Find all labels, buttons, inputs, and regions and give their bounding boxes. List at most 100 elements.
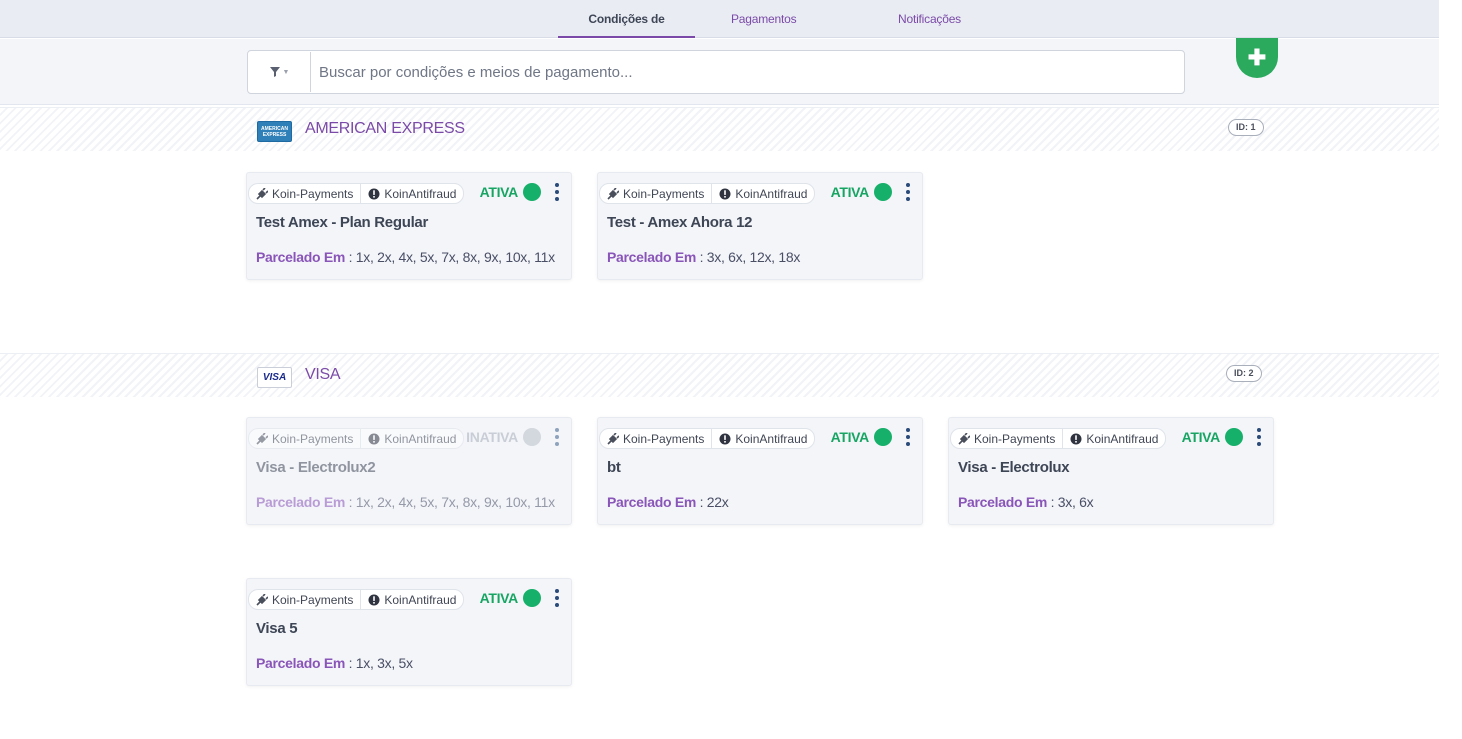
antifraud-chip: KoinAntifraud: [360, 184, 463, 203]
info-circle-icon: [368, 188, 380, 199]
vertical-dots-icon: [555, 183, 559, 187]
card-menu-button[interactable]: [553, 589, 561, 607]
group-id-badge: ID: 2: [1226, 365, 1262, 382]
tab-notifications[interactable]: Notificações: [898, 0, 963, 38]
vertical-dots-icon: [555, 428, 559, 432]
condition-card[interactable]: Koin-Payments KoinAntifraud INATIVA Visa - …: [246, 417, 572, 525]
card-title: bt: [607, 459, 621, 476]
status-toggle[interactable]: ATIVA: [480, 183, 541, 201]
status-toggle[interactable]: ATIVA: [831, 428, 892, 446]
info-circle-icon: [1070, 433, 1082, 444]
condition-card[interactable]: Koin-Payments KoinAntifraud ATIVA Visa - El…: [948, 417, 1274, 525]
group-id-badge: ID: 1: [1228, 119, 1264, 136]
status-toggle[interactable]: ATIVA: [480, 589, 541, 607]
plug-icon: [607, 187, 619, 200]
installments-values: : 3x, 6x: [1047, 494, 1094, 510]
search-box: ▼: [247, 50, 1185, 94]
condition-card[interactable]: Koin-Payments KoinAntifraud ATIVA bt Parcela…: [597, 417, 923, 525]
group-header-amex: AMERICAN EXPRESS AMERICAN EXPRESS ID: 1: [0, 107, 1439, 151]
status-dot: [523, 183, 541, 201]
condition-card[interactable]: Koin-Payments KoinAntifraud ATIVA Visa 5 Par…: [246, 578, 572, 686]
plug-icon: [256, 593, 268, 606]
installments-label: Parcelado Em: [256, 249, 345, 265]
gateway-label: Koin-Payments: [974, 431, 1056, 446]
amex-logo-icon: AMERICAN EXPRESS: [257, 121, 292, 142]
installments-label: Parcelado Em: [607, 494, 696, 510]
card-menu-button[interactable]: [904, 428, 912, 446]
info-circle-icon: [719, 433, 731, 444]
card-menu-button[interactable]: [1255, 428, 1263, 446]
antifraud-chip: KoinAntifraud: [360, 429, 463, 448]
installments-values: : 1x, 2x, 4x, 5x, 7x, 8x, 9x, 10x, 11x: [345, 494, 556, 510]
group-header-visa: VISA VISA ID: 2: [0, 353, 1439, 397]
vertical-dots-icon: [906, 183, 910, 187]
plug-icon: [607, 432, 619, 445]
installments-values: : 22x: [696, 494, 729, 510]
vertical-dots-icon: [555, 589, 559, 593]
condition-card[interactable]: Koin-Payments KoinAntifraud ATIVA Test Amex…: [246, 172, 572, 280]
vertical-dots-icon: [906, 428, 910, 432]
installments-text: Parcelado Em : 3x, 6x: [958, 494, 1094, 510]
info-circle-icon: [368, 433, 380, 444]
status-toggle[interactable]: ATIVA: [831, 183, 892, 201]
card-title: Test - Amex Ahora 12: [607, 214, 753, 231]
status-label: ATIVA: [830, 429, 870, 445]
card-title: Visa - Electrolux2: [256, 459, 376, 476]
provider-chips: Koin-Payments KoinAntifraud: [599, 183, 816, 204]
add-condition-button[interactable]: ✚: [1236, 38, 1278, 78]
vertical-dots-icon: [1257, 428, 1261, 432]
installments-label: Parcelado Em: [256, 494, 345, 510]
plus-icon: ✚: [1247, 45, 1267, 70]
gateway-chip: Koin-Payments: [249, 429, 360, 448]
provider-chips: Koin-Payments KoinAntifraud: [248, 183, 465, 204]
group-title: AMERICAN EXPRESS: [305, 120, 465, 137]
installments-text: Parcelado Em : 1x, 3x, 5x: [256, 655, 413, 671]
card-menu-button[interactable]: [904, 183, 912, 201]
visa-logo-icon: VISA: [257, 367, 292, 388]
provider-chips: Koin-Payments KoinAntifraud: [248, 428, 465, 449]
card-title: Visa 5: [256, 620, 298, 637]
installments-values: : 3x, 6x, 12x, 18x: [696, 249, 801, 265]
installments-label: Parcelado Em: [256, 655, 345, 671]
filter-button[interactable]: ▼: [249, 52, 311, 92]
plug-icon: [256, 432, 268, 445]
status-toggle[interactable]: ATIVA: [1182, 428, 1243, 446]
top-tab-bar: Condições de pagamento Pagamentos custom…: [0, 0, 1439, 64]
antifraud-chip: KoinAntifraud: [711, 184, 814, 203]
tab-custom-payments[interactable]: Pagamentos customizados: [731, 0, 861, 64]
installments-label: Parcelado Em: [607, 249, 696, 265]
card-menu-button[interactable]: [553, 428, 561, 446]
status-label: ATIVA: [830, 184, 870, 200]
status-label: ATIVA: [479, 590, 519, 606]
status-dot: [523, 428, 541, 446]
gateway-label: Koin-Payments: [272, 186, 354, 201]
plug-icon: [958, 432, 970, 445]
antifraud-label: KoinAntifraud: [384, 592, 457, 607]
antifraud-chip: KoinAntifraud: [711, 429, 814, 448]
gateway-chip: Koin-Payments: [249, 590, 360, 609]
status-label: ATIVA: [1181, 429, 1221, 445]
gateway-chip: Koin-Payments: [600, 184, 711, 203]
installments-text: Parcelado Em : 1x, 2x, 4x, 5x, 7x, 8x, 9…: [256, 249, 555, 265]
status-dot: [874, 428, 892, 446]
status-toggle[interactable]: INATIVA: [466, 428, 541, 446]
card-menu-button[interactable]: [553, 183, 561, 201]
antifraud-label: KoinAntifraud: [735, 186, 808, 201]
status-dot: [1225, 428, 1243, 446]
status-label: ATIVA: [479, 184, 519, 200]
installments-text: Parcelado Em : 22x: [607, 494, 729, 510]
provider-chips: Koin-Payments KoinAntifraud: [248, 589, 465, 610]
antifraud-label: KoinAntifraud: [384, 431, 457, 446]
gateway-label: Koin-Payments: [272, 431, 354, 446]
antifraud-chip: KoinAntifraud: [360, 590, 463, 609]
tab-payment-conditions[interactable]: Condições de pagamento: [558, 0, 695, 64]
status-dot: [874, 183, 892, 201]
funnel-icon: [269, 67, 280, 77]
gateway-label: Koin-Payments: [623, 186, 705, 201]
plug-icon: [256, 187, 268, 200]
card-title: Test Amex - Plan Regular: [256, 214, 429, 231]
provider-chips: Koin-Payments KoinAntifraud: [599, 428, 816, 449]
condition-card[interactable]: Koin-Payments KoinAntifraud ATIVA Test - Am…: [597, 172, 923, 280]
antifraud-chip: KoinAntifraud: [1062, 429, 1165, 448]
search-input[interactable]: [319, 51, 1179, 93]
